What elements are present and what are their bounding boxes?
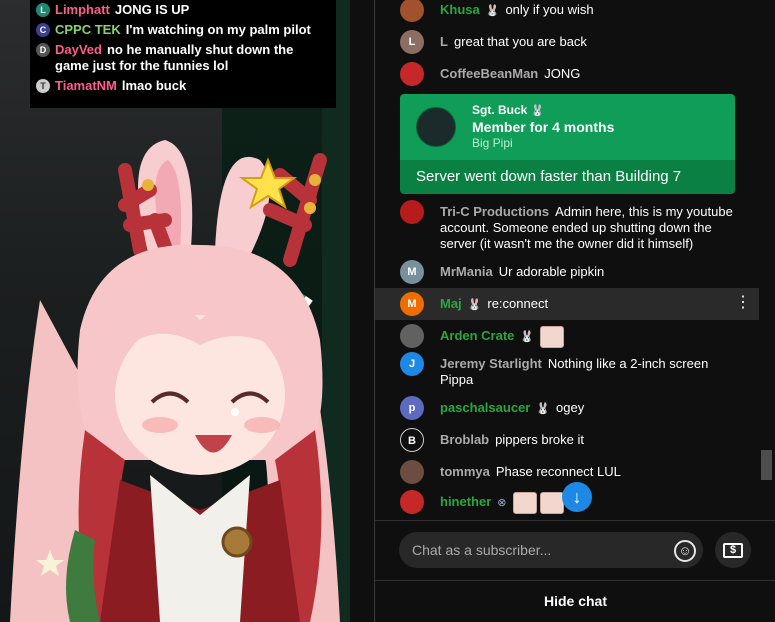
avatar: D bbox=[36, 43, 50, 57]
message-text: pippers broke it bbox=[495, 432, 585, 447]
author-name[interactable]: Arden Crate bbox=[440, 328, 514, 343]
overlay-text: JONG IS UP bbox=[114, 2, 190, 17]
live-chat-panel: Khusa 🐰 only if you wish L Lgreat that you… bbox=[374, 0, 775, 622]
member-author[interactable]: Sgt. Buck bbox=[472, 103, 527, 117]
avatar bbox=[400, 324, 424, 348]
membership-message: Server went down faster than Building 7 bbox=[400, 160, 735, 194]
author-name[interactable]: L bbox=[440, 34, 448, 49]
chat-message-list[interactable]: Khusa 🐰 only if you wish L Lgreat that you… bbox=[375, 0, 759, 520]
overlay-author: TiamatNM bbox=[55, 78, 117, 93]
overlay-text: lmao buck bbox=[121, 78, 187, 93]
emoji-icon[interactable]: ☺ bbox=[674, 540, 696, 562]
chat-message[interactable]: CoffeeBeanMan JONG bbox=[375, 62, 759, 86]
verified-badge-icon: ⊗ bbox=[497, 497, 507, 510]
membership-header: Sgt. Buck 🐰 Member for 4 months Big Pipi bbox=[400, 94, 735, 160]
message-text: great that you are back bbox=[453, 34, 587, 49]
chat-message[interactable]: Arden Crate 🐰 bbox=[375, 324, 759, 348]
livestream-page: L Limphatt JONG IS UP C CPPC TEK I'm watch… bbox=[0, 0, 775, 622]
bunny-badge-icon: 🐰 bbox=[530, 105, 545, 117]
membership-tier: Big Pipi bbox=[472, 136, 513, 150]
author-name[interactable]: hinether bbox=[440, 494, 491, 509]
emote-icon bbox=[540, 326, 565, 348]
chat-input-area: Chat as a subscriber... ☺ $ bbox=[375, 520, 775, 580]
avatar bbox=[416, 107, 456, 147]
chat-message[interactable]: J Jeremy Starlight Nothing like a 2-inch … bbox=[375, 352, 759, 388]
message-text: JONG bbox=[544, 66, 581, 81]
avatar: B bbox=[400, 428, 424, 452]
avatar: J bbox=[400, 352, 424, 376]
chat-message[interactable]: M Maj 🐰 re:connect ⋮ bbox=[375, 288, 759, 320]
chat-input[interactable]: Chat as a subscriber... bbox=[399, 532, 703, 568]
avatar bbox=[400, 0, 424, 22]
super-chat-button[interactable]: $ bbox=[715, 532, 751, 568]
emote-icon bbox=[512, 492, 537, 514]
chat-message[interactable]: B Broblab pippers broke it bbox=[375, 428, 759, 452]
avatar: C bbox=[36, 23, 50, 37]
overlay-chat-message: L Limphatt JONG IS UP bbox=[36, 2, 330, 18]
avatar: p bbox=[400, 396, 424, 420]
message-text: re:connect bbox=[487, 296, 549, 311]
author-name[interactable]: Broblab bbox=[440, 432, 489, 447]
emote-icon bbox=[539, 492, 564, 514]
avatar: L bbox=[36, 3, 50, 17]
scroll-to-bottom-button[interactable]: ↓ bbox=[562, 482, 592, 512]
author-name[interactable]: tommya bbox=[440, 464, 490, 479]
membership-message-card[interactable]: Sgt. Buck 🐰 Member for 4 months Big Pipi… bbox=[400, 94, 735, 194]
avatar: T bbox=[36, 79, 50, 93]
overlay-chat-message: C CPPC TEK I'm watching on my palm pilot bbox=[36, 22, 330, 38]
chat-message[interactable]: L Lgreat that you are back bbox=[375, 30, 759, 54]
chat-message[interactable]: tommya Phase reconnect LUL bbox=[375, 460, 759, 484]
chat-message[interactable]: Khusa 🐰 only if you wish bbox=[375, 0, 759, 22]
chat-message[interactable]: M MrMania Ur adorable pipkin bbox=[375, 260, 759, 284]
hide-chat-button[interactable]: Hide chat bbox=[375, 580, 775, 622]
stream-chat-overlay: L Limphatt JONG IS UP C CPPC TEK I'm watch… bbox=[30, 0, 336, 108]
message-text: only if you wish bbox=[505, 2, 594, 17]
author-name[interactable]: Jeremy Starlight bbox=[440, 356, 542, 371]
author-name[interactable]: Maj bbox=[440, 296, 462, 311]
overlay-chat-message: T TiamatNM lmao buck bbox=[36, 78, 330, 94]
message-text: Ur adorable pipkin bbox=[498, 264, 605, 279]
author-name[interactable]: Khusa bbox=[440, 2, 480, 17]
avatar bbox=[400, 200, 424, 224]
avatar bbox=[400, 490, 424, 514]
overlay-chat-message: D DayVed no he manually shut down the gam… bbox=[36, 42, 330, 74]
author-name[interactable]: MrMania bbox=[440, 264, 493, 279]
author-name[interactable]: paschalsaucer bbox=[440, 400, 530, 415]
more-options-icon[interactable]: ⋮ bbox=[735, 293, 751, 313]
bunny-badge-icon: 🐰 bbox=[536, 403, 551, 415]
membership-duration: Member for 4 months bbox=[472, 119, 615, 135]
stream-video[interactable]: L Limphatt JONG IS UP C CPPC TEK I'm watch… bbox=[0, 0, 350, 622]
chat-message[interactable]: p paschalsaucer 🐰 ogey bbox=[375, 396, 759, 420]
chat-message[interactable]: Tri-C Productions Admin here, this is my … bbox=[375, 200, 759, 252]
bunny-badge-icon: 🐰 bbox=[485, 5, 500, 17]
bunny-badge-icon: 🐰 bbox=[467, 299, 482, 311]
bunny-badge-icon: 🐰 bbox=[520, 331, 535, 344]
overlay-author: Limphatt bbox=[55, 2, 110, 17]
author-name[interactable]: CoffeeBeanMan bbox=[440, 66, 538, 81]
overlay-text: I'm watching on my palm pilot bbox=[125, 22, 311, 37]
message-text: ogey bbox=[556, 400, 585, 415]
avatar: M bbox=[400, 260, 424, 284]
chat-scrollbar[interactable] bbox=[761, 450, 772, 480]
avatar: L bbox=[400, 30, 424, 54]
vtuber-avatar-illustration bbox=[10, 140, 340, 622]
avatar: M bbox=[400, 292, 424, 316]
overlay-author: DayVed bbox=[55, 42, 102, 57]
message-text: Phase reconnect LUL bbox=[495, 464, 621, 479]
avatar bbox=[400, 460, 424, 484]
avatar bbox=[400, 62, 424, 86]
overlay-author: CPPC TEK bbox=[55, 22, 121, 37]
author-name[interactable]: Tri-C Productions bbox=[440, 204, 549, 219]
dollar-icon: $ bbox=[723, 542, 743, 558]
